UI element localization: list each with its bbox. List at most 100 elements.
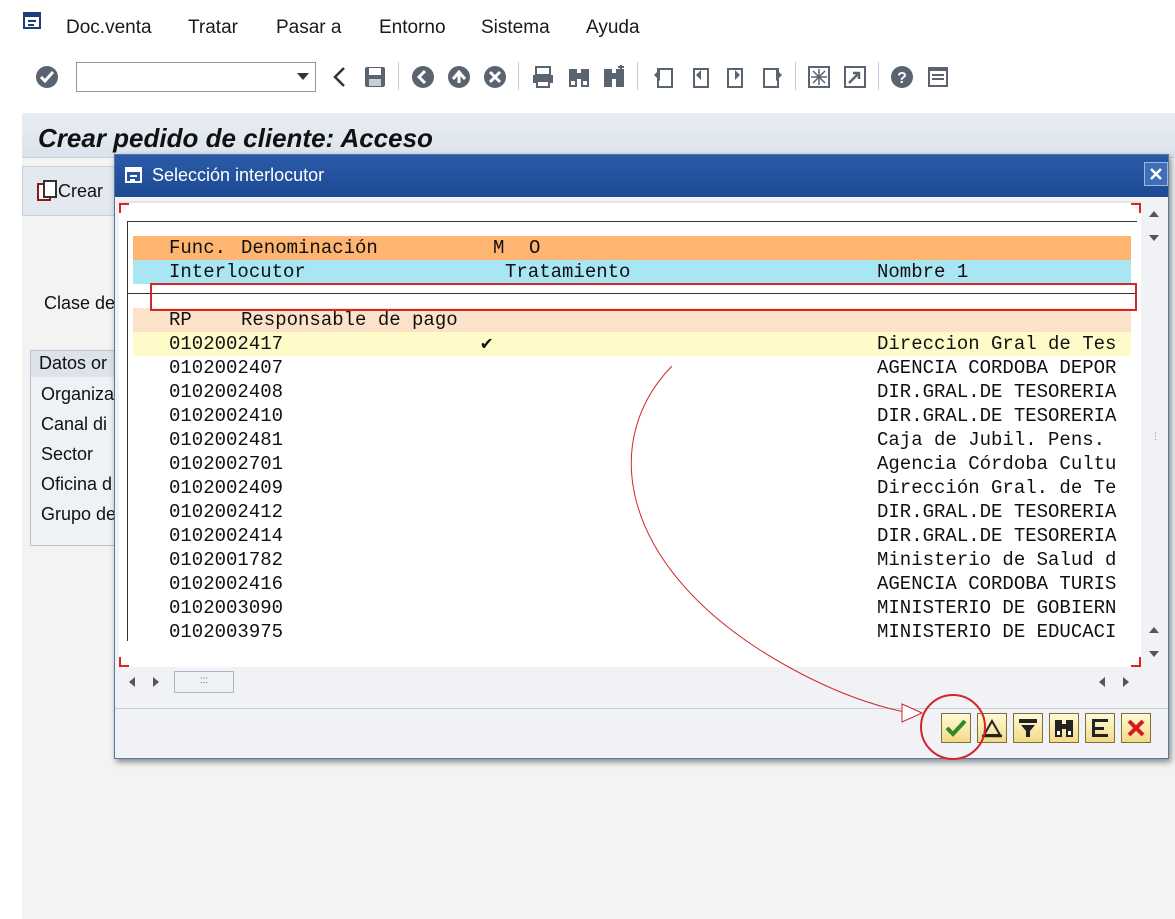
scroll-thumb[interactable]: ::: — [174, 671, 234, 693]
partner-name: Direccion Gral de Tes — [877, 333, 1117, 355]
group-code: RP — [169, 309, 192, 331]
focus-corner — [1131, 203, 1141, 213]
vertical-scrollbar[interactable]: ⋮ — [1142, 201, 1166, 667]
partner-id: 0102002414 — [169, 525, 284, 547]
toolbar-separator — [878, 62, 879, 90]
find-icon — [1055, 720, 1073, 737]
details-button[interactable] — [1085, 713, 1115, 743]
table-row[interactable]: 0102002414 DIR.GRAL.DE TESORERIA — [133, 524, 1131, 548]
first-page-icon[interactable] — [652, 64, 676, 90]
help-icon[interactable]: ? — [890, 64, 914, 90]
divider — [127, 293, 1137, 294]
partner-id: 0102002410 — [169, 405, 284, 427]
table-row[interactable]: 0102001782 Ministerio de Salud d — [133, 548, 1131, 572]
close-icon[interactable] — [1144, 162, 1168, 186]
toolbar-separator — [637, 62, 638, 90]
back-arrow-icon[interactable] — [328, 64, 352, 90]
table-row[interactable]: 0102002701 Agencia Córdoba Cultu — [133, 452, 1131, 476]
col-tratamiento: Tratamiento — [505, 261, 631, 283]
scroll-left-icon[interactable] — [1093, 673, 1111, 691]
partner-id: 0102002417 — [169, 333, 284, 355]
menu-sistema[interactable]: Sistema — [481, 17, 550, 39]
field-label-canal: Canal di — [41, 414, 108, 434]
next-page-icon[interactable] — [724, 64, 748, 90]
partner-id: 0102002481 — [169, 429, 284, 451]
cancel-icon[interactable] — [483, 64, 507, 90]
table-row[interactable]: 0102002408 DIR.GRAL.DE TESORERIA — [133, 380, 1131, 404]
cancel-icon — [1127, 719, 1145, 737]
group-name: Responsable de pago — [241, 309, 458, 331]
col-nombre: Nombre 1 — [877, 261, 969, 283]
menu-doc-venta[interactable]: Doc.venta — [66, 17, 152, 39]
focus-corner — [119, 203, 129, 213]
svg-text:?: ? — [897, 70, 907, 87]
dialog-menu-icon[interactable] — [125, 167, 145, 192]
save-icon[interactable] — [363, 64, 387, 90]
scroll-up-icon[interactable] — [1145, 621, 1163, 639]
filter-icon — [1019, 719, 1037, 737]
partner-id: 0102001782 — [169, 549, 284, 571]
table-row[interactable]: 0102002407 AGENCIA CORDOBA DEPOR — [133, 356, 1131, 380]
focus-corner — [1131, 657, 1141, 667]
table-row[interactable]: 0102002409 Dirección Gral. de Te — [133, 476, 1131, 500]
last-page-icon[interactable] — [760, 64, 784, 90]
confirm-button[interactable] — [941, 713, 971, 743]
toolbar-separator — [795, 62, 796, 90]
partner-id: 0102002409 — [169, 477, 284, 499]
find-button[interactable] — [1049, 713, 1079, 743]
previous-page-icon[interactable] — [688, 64, 712, 90]
partner-id: 0102002407 — [169, 357, 284, 379]
horizontal-scrollbar[interactable]: ::: — [119, 667, 1141, 697]
table-row[interactable]: 0102002412 DIR.GRAL.DE TESORERIA — [133, 500, 1131, 524]
scroll-up-icon[interactable] — [1145, 205, 1163, 223]
print-icon[interactable] — [531, 64, 555, 90]
find-icon[interactable] — [567, 64, 591, 90]
table-row[interactable]: 0102002410 DIR.GRAL.DE TESORERIA — [133, 404, 1131, 428]
select-all-button[interactable] — [977, 713, 1007, 743]
partner-name: AGENCIA CORDOBA DEPOR — [877, 357, 1117, 379]
menu-tratar[interactable]: Tratar — [188, 17, 238, 39]
field-label-sector: Sector — [41, 444, 94, 464]
table-row[interactable]: 0102002481 Caja de Jubil. Pens. — [133, 428, 1131, 452]
col-denominacion: Denominación — [241, 237, 378, 259]
divider — [127, 221, 1137, 222]
menu-pasar-a[interactable]: Pasar a — [276, 17, 341, 39]
default-check: ✔ — [481, 333, 493, 355]
partner-name: DIR.GRAL.DE TESORERIA — [877, 405, 1117, 427]
shortcut-icon[interactable] — [843, 64, 867, 90]
scroll-grip-icon[interactable]: ⋮ — [1151, 431, 1160, 442]
partner-id: 0102002408 — [169, 381, 284, 403]
chevron-down-icon[interactable] — [297, 73, 309, 80]
table-row[interactable]: 0102003975 MINISTERIO DE EDUCACI — [133, 620, 1131, 644]
create-button[interactable]: Crear — [36, 180, 103, 202]
menu-bar: Doc.venta Tratar Pasar a Entorno Sistema… — [0, 0, 1175, 52]
scroll-down-icon[interactable] — [1145, 645, 1163, 663]
new-session-icon[interactable] — [807, 64, 831, 90]
partner-id: 0102002701 — [169, 453, 284, 475]
col-interlocutor: Interlocutor — [169, 261, 306, 283]
layout-icon[interactable] — [926, 64, 950, 90]
scroll-down-icon[interactable] — [1145, 229, 1163, 247]
table-row[interactable]: 0102002416 AGENCIA CORDOBA TURIS — [133, 572, 1131, 596]
scroll-right-icon[interactable] — [147, 673, 165, 691]
filter-button[interactable] — [1013, 713, 1043, 743]
back-icon[interactable] — [411, 64, 435, 90]
partner-name: MINISTERIO DE GOBIERN — [877, 597, 1117, 619]
command-field[interactable] — [76, 62, 316, 92]
menu-ayuda[interactable]: Ayuda — [586, 17, 640, 39]
find-next-icon[interactable] — [602, 64, 626, 90]
table-row-selected[interactable]: 0102002417 ✔ Direccion Gral de Tes — [133, 332, 1131, 356]
enter-icon[interactable] — [35, 64, 59, 90]
col-m: M — [493, 237, 505, 259]
menu-entorno[interactable]: Entorno — [379, 17, 446, 39]
table-row[interactable]: 0102003090 MINISTERIO DE GOBIERN — [133, 596, 1131, 620]
command-input[interactable] — [77, 63, 289, 91]
partner-name: DIR.GRAL.DE TESORERIA — [877, 381, 1117, 403]
scroll-right-icon[interactable] — [1117, 673, 1135, 691]
scroll-left-icon[interactable] — [123, 673, 141, 691]
exit-icon[interactable] — [447, 64, 471, 90]
cancel-button[interactable] — [1121, 713, 1151, 743]
menu-icon[interactable] — [22, 11, 44, 38]
group-row[interactable]: RP Responsable de pago — [133, 308, 1131, 353]
partner-selection-dialog: Selección interlocutor Func. Denominació… — [114, 154, 1169, 759]
